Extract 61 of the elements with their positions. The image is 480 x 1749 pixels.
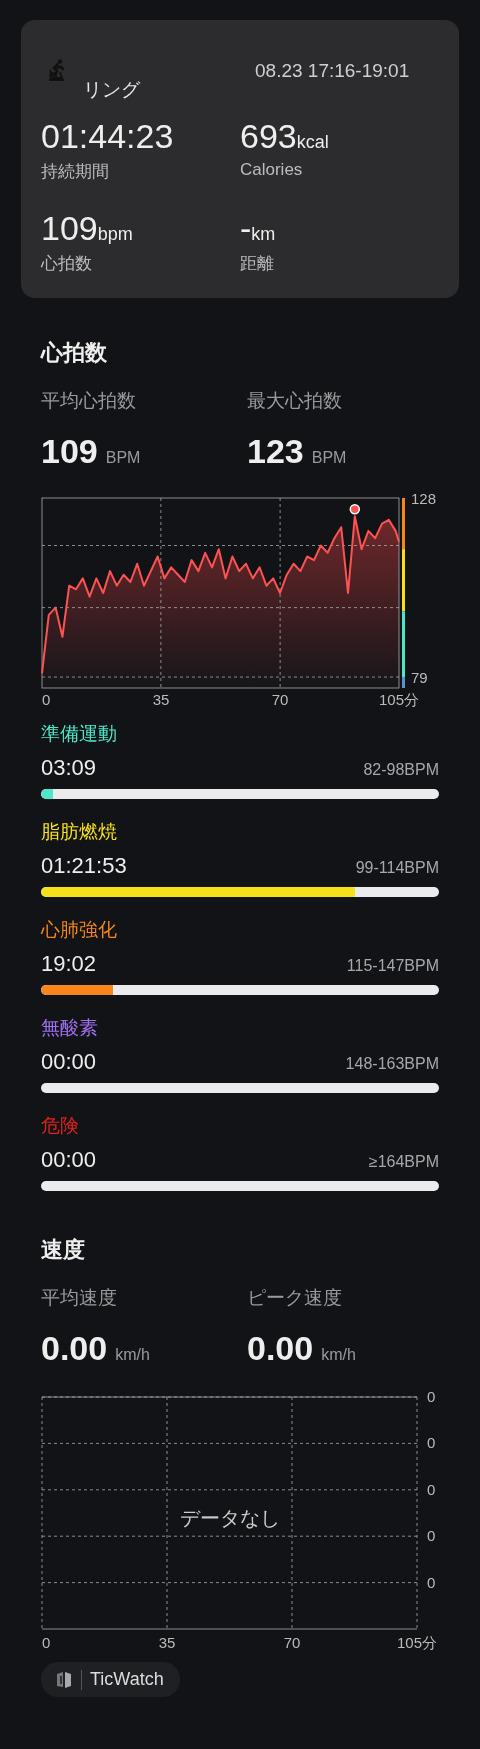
zone-duration: 03:09 [41,755,97,781]
zone-duration: 00:00 [41,1147,97,1173]
zone-name: 脂肪燃焼 [41,820,118,844]
metric-label: ピーク速度 [247,1286,343,1310]
metric-unit: km/h [321,1346,356,1364]
axis-label: 0 [42,691,51,708]
zone-range: 115-147BPM [346,957,439,975]
axis-label: 105分 [397,1634,437,1651]
stat-label: 距離 [240,253,275,275]
axis-label: 0 [427,1573,436,1591]
stat-unit: kcal [296,132,329,153]
time-range: 08.23 17:16-19:01 [255,59,410,82]
zone-range: ≥164BPM [368,1153,439,1171]
zone-range: 99-114BPM [355,859,439,877]
zone-duration: 00:00 [41,1049,97,1075]
metric-value: 123 [247,432,304,471]
source-name: TicWatch [90,1669,164,1690]
no-data-message: データなし [179,1507,280,1529]
axis-label: 79 [411,669,428,687]
axis-label: 70 [271,691,289,708]
metric-label: 最大心拍数 [247,389,343,413]
zone-duration: 19:02 [41,951,97,977]
logo-icon [55,1670,73,1689]
metric-label: 平均速度 [41,1286,118,1310]
zone-range: 82-98BPM [363,761,439,779]
axis-label: 35 [152,691,170,708]
zone-name: 無酸素 [41,1016,99,1040]
stat-unit: km [251,224,276,245]
stat-value: 01:44:23 [41,117,174,156]
axis-label: 0 [427,1388,436,1405]
axis-label: 0 [427,1434,436,1452]
section-heading: 心拍数 [41,339,108,367]
stat-unit: bpm [97,224,133,245]
stat-value: 693 [240,117,297,156]
zone-name: 心肺強化 [41,918,118,942]
zone-duration: 01:21:53 [41,853,127,879]
zone-name: 準備運動 [41,722,118,746]
axis-label: 0 [427,1527,436,1545]
metric-unit: BPM [105,449,141,467]
stat-value: 109 [41,209,98,248]
metric-unit: km/h [115,1346,150,1364]
axis-label: 0 [42,1634,51,1651]
max-marker [349,504,361,515]
metric-label: 平均心拍数 [41,389,137,413]
axis-label: 128 [411,490,437,507]
axis-label: 0 [427,1480,436,1498]
stat-label: 心拍数 [41,253,93,275]
activity-title: リング [83,78,141,99]
stat-label: Calories [240,160,304,180]
axis-label: 70 [283,1634,301,1651]
section-heading: 速度 [41,1236,86,1264]
zone-range: 148-163BPM [345,1055,439,1073]
axis-label: 35 [158,1634,176,1651]
metric-value: 0.00 [41,1329,108,1368]
zone-name: 危険 [41,1114,80,1138]
axis-label: 105分 [379,691,419,708]
metric-value: 0.00 [247,1329,314,1368]
metric-unit: BPM [311,449,347,467]
stat-label: 持続期間 [41,161,110,183]
stat-value: - [240,209,252,248]
metric-value: 109 [41,432,98,471]
